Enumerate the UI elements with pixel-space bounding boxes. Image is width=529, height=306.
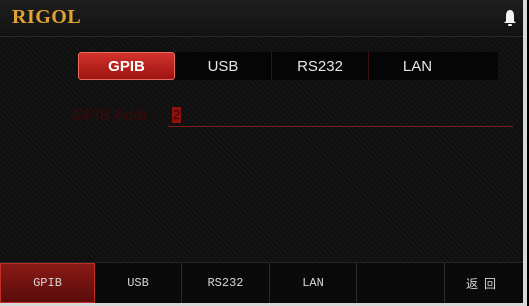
softkey-lan[interactable]: LAN <box>270 263 357 303</box>
softkey-usb[interactable]: USB <box>95 263 182 303</box>
gpib-addr-label: GPIB Addr <box>72 107 148 124</box>
tab-lan[interactable]: LAN <box>369 52 466 80</box>
softkey-rs232[interactable]: RS232 <box>182 263 270 303</box>
softkey-bar: GPIB USB RS232 LAN 返回 <box>0 262 523 303</box>
softkey-gpib[interactable]: GPIB <box>0 263 95 303</box>
tab-rs232[interactable]: RS232 <box>272 52 369 80</box>
instrument-screen: RIGOL GPIB USB RS232 LAN GPIB Addr 2 GPI… <box>0 0 527 306</box>
brand-logo: RIGOL <box>12 6 82 28</box>
tab-gpib[interactable]: GPIB <box>78 52 175 80</box>
field-underline <box>168 126 513 127</box>
content-area: GPIB USB RS232 LAN GPIB Addr 2 <box>0 37 523 262</box>
gpib-addr-input[interactable]: 2 <box>172 107 181 123</box>
interface-tabs: GPIB USB RS232 LAN <box>78 52 498 80</box>
header-bar: RIGOL <box>0 0 523 37</box>
bell-icon <box>504 10 516 26</box>
softkey-empty[interactable] <box>357 263 445 303</box>
back-button[interactable]: 返回 <box>445 263 523 303</box>
tab-usb[interactable]: USB <box>175 52 272 80</box>
